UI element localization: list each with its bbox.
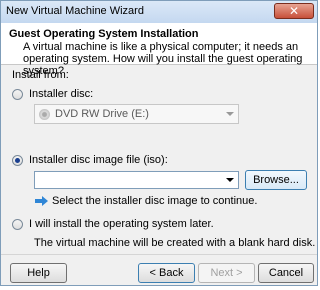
- close-button[interactable]: ✕: [274, 3, 314, 19]
- close-icon: ✕: [288, 4, 300, 18]
- chevron-down-icon[interactable]: [226, 178, 234, 182]
- iso-image-radio[interactable]: [12, 155, 23, 166]
- dvd-drive-icon: [39, 109, 50, 120]
- installer-disc-label[interactable]: Installer disc:: [29, 88, 93, 100]
- iso-path-input[interactable]: [37, 173, 217, 187]
- iso-image-label[interactable]: Installer disc image file (iso):: [29, 154, 168, 166]
- iso-hint-text: Select the installer disc image to conti…: [52, 195, 258, 207]
- title-bar: New Virtual Machine Wizard ✕: [1, 1, 317, 23]
- browse-button[interactable]: Browse...: [245, 170, 307, 190]
- help-button[interactable]: Help: [10, 263, 67, 283]
- page-title: Guest Operating System Installation: [9, 28, 199, 40]
- wizard-window: New Virtual Machine Wizard ✕ Guest Opera…: [0, 0, 318, 286]
- back-button[interactable]: < Back: [138, 263, 195, 283]
- install-later-label[interactable]: I will install the operating system late…: [29, 218, 214, 230]
- disc-drive-value: DVD RW Drive (E:): [55, 108, 149, 120]
- wizard-body: Install from: Installer disc: DVD RW Dri…: [1, 65, 317, 253]
- install-later-note: The virtual machine will be created with…: [34, 237, 316, 249]
- install-later-radio[interactable]: [12, 219, 23, 230]
- iso-path-field[interactable]: [34, 171, 239, 189]
- chevron-down-icon: [226, 112, 234, 116]
- wizard-header: Guest Operating System Installation A vi…: [1, 23, 317, 77]
- installer-disc-radio[interactable]: [12, 89, 23, 100]
- disc-drive-select[interactable]: DVD RW Drive (E:): [34, 104, 239, 124]
- window-title: New Virtual Machine Wizard: [6, 5, 144, 17]
- cancel-button[interactable]: Cancel: [258, 263, 314, 283]
- install-from-label: Install from:: [12, 69, 69, 81]
- info-arrow-icon: [35, 196, 48, 206]
- next-button[interactable]: Next >: [198, 263, 255, 283]
- footer-divider: [1, 254, 317, 255]
